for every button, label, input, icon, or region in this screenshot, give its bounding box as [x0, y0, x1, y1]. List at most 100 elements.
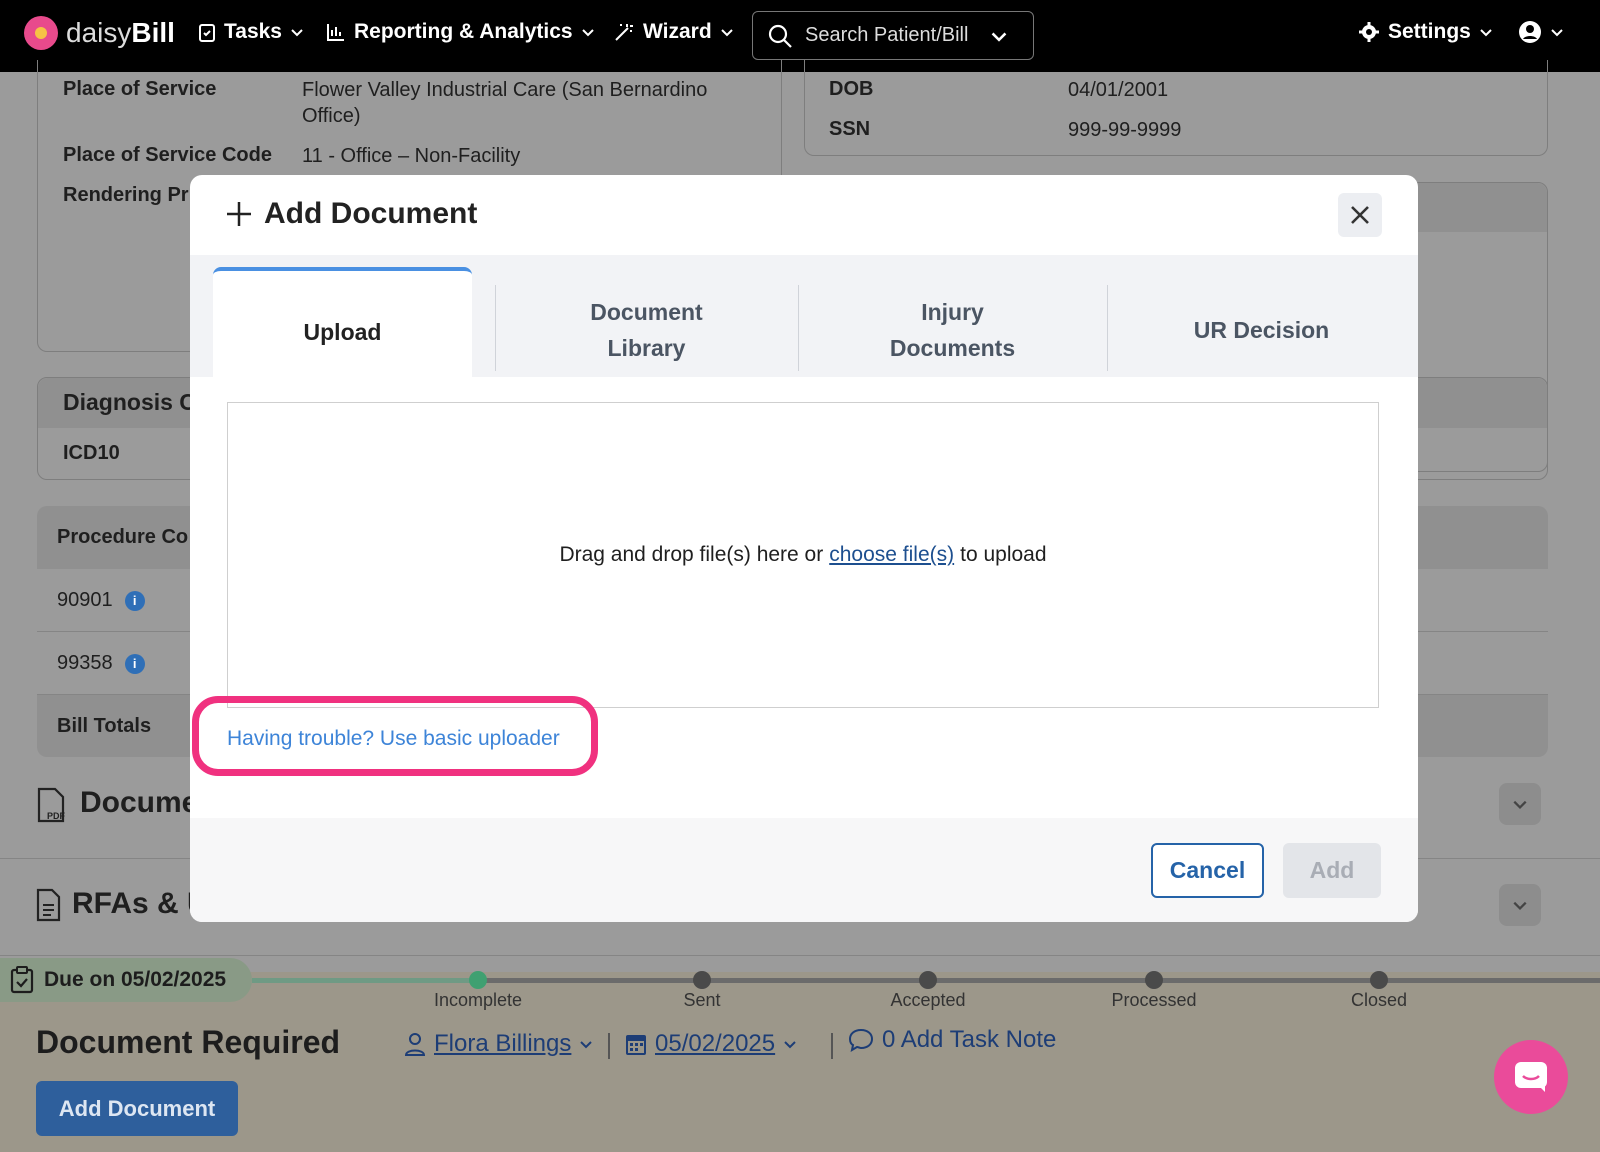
- nav-tasks-label: Tasks: [224, 20, 282, 43]
- calendar-icon: [626, 1035, 646, 1055]
- due-date-badge: Due on 05/02/2025: [0, 958, 252, 1002]
- tab-document-library[interactable]: Document Library: [496, 267, 797, 377]
- assignee-dropdown[interactable]: Flora Billings: [404, 1030, 593, 1058]
- pdf-file-icon: PDF: [37, 787, 66, 823]
- due-date-value: 05/02/2025: [655, 1030, 776, 1057]
- tab-ur-decision[interactable]: UR Decision: [1108, 267, 1415, 377]
- dob-label: DOB: [829, 78, 874, 100]
- ssn-value: 999-99-9999: [1068, 119, 1182, 141]
- icd10-label: ICD10: [63, 442, 120, 464]
- chevron-down-icon: [580, 1041, 593, 1049]
- nav-settings-label: Settings: [1388, 20, 1471, 43]
- step-label-accepted: Accepted: [890, 990, 966, 1010]
- step-label-processed: Processed: [1111, 990, 1197, 1010]
- step-dot-sent: [693, 971, 711, 989]
- chat-icon: [1515, 1062, 1547, 1092]
- rfas-section-title: RFAs & U: [72, 887, 209, 920]
- dropzone-text-suffix: to upload: [960, 543, 1047, 566]
- chevron-down-icon: [581, 29, 594, 37]
- nav-reporting-label: Reporting & Analytics: [354, 20, 573, 43]
- document-icon: [36, 888, 61, 922]
- task-note-label: 0 Add Task Note: [882, 1026, 1057, 1053]
- chat-support-button[interactable]: [1494, 1040, 1568, 1114]
- ssn-label: SSN: [829, 118, 871, 140]
- brand-logo-link[interactable]: daisyBill: [24, 16, 175, 50]
- diagnosis-label: Diagnosis C: [63, 389, 196, 415]
- procedure-label: Procedure Co: [57, 526, 189, 548]
- user-icon: [404, 1033, 426, 1056]
- nav-tasks[interactable]: Tasks: [198, 20, 304, 44]
- step-dot-accepted: [919, 971, 937, 989]
- chevron-down-icon: [1551, 29, 1563, 37]
- modal-header: Add Document: [190, 175, 1418, 255]
- choose-files-link[interactable]: choose file(s): [829, 543, 954, 567]
- progress-complete: [252, 978, 478, 983]
- svg-text:PDF: PDF: [47, 811, 66, 821]
- procedure-row-1: 90901 i: [57, 587, 145, 613]
- nav-wizard-label: Wizard: [643, 20, 712, 43]
- procedure-code: 99358: [57, 652, 113, 674]
- modal-title: Add Document: [226, 197, 477, 231]
- nav-settings[interactable]: Settings: [1358, 20, 1493, 44]
- search-patient-bill[interactable]: Search Patient/Bill: [752, 11, 1034, 60]
- document-tabs: Upload Document Library Injury Documents…: [190, 255, 1418, 377]
- step-dot-processed: [1145, 971, 1163, 989]
- step-label-incomplete: Incomplete: [433, 990, 523, 1010]
- chevron-down-icon: [720, 29, 733, 37]
- basic-uploader-link[interactable]: Having trouble? Use basic uploader: [227, 727, 560, 751]
- procedure-row-2: 99358 i: [57, 650, 145, 676]
- step-label-closed: Closed: [1350, 990, 1408, 1010]
- magic-wand-icon: [615, 24, 633, 41]
- close-icon: [1351, 206, 1369, 224]
- pos-code-label: Place of Service Code: [63, 144, 272, 166]
- chevron-down-icon: [1513, 800, 1527, 810]
- rendering-provider-label: Rendering Pr: [63, 184, 189, 206]
- step-dot-closed: [1370, 971, 1388, 989]
- nav-wizard[interactable]: Wizard: [613, 20, 734, 44]
- chart-icon: [327, 24, 344, 41]
- section-divider: [0, 955, 1600, 956]
- task-title: Document Required: [36, 1024, 341, 1060]
- documents-collapse-button[interactable]: [1499, 783, 1541, 825]
- tab-injury-documents[interactable]: Injury Documents: [799, 267, 1106, 377]
- step-label-sent: Sent: [683, 990, 721, 1010]
- dropzone-text: Drag and drop file(s) here or: [559, 543, 824, 566]
- close-button[interactable]: [1338, 193, 1382, 237]
- file-dropzone[interactable]: Drag and drop file(s) here or choose fil…: [227, 402, 1379, 708]
- procedure-code: 90901: [57, 589, 113, 611]
- bill-totals-label: Bill Totals: [57, 715, 152, 737]
- chevron-down-icon: [291, 29, 303, 37]
- chevron-down-icon: [1513, 901, 1527, 911]
- tab-upload[interactable]: Upload: [213, 267, 472, 377]
- info-icon[interactable]: i: [124, 590, 145, 611]
- assignee-name: Flora Billings: [434, 1030, 572, 1057]
- tab-document-library-label: Document Library: [590, 299, 703, 361]
- place-of-service-label: Place of Service: [63, 78, 217, 100]
- pos-code-value: 11 - Office – Non-Facility: [302, 145, 521, 167]
- rfas-collapse-button[interactable]: [1499, 884, 1541, 926]
- brand-name: daisyBill: [66, 17, 175, 48]
- add-button[interactable]: Add: [1283, 843, 1381, 898]
- info-icon[interactable]: i: [124, 653, 145, 674]
- add-document-button[interactable]: Add Document: [36, 1081, 238, 1136]
- add-task-note-link[interactable]: 0 Add Task Note: [848, 1026, 1056, 1054]
- chevron-down-icon: [992, 32, 1007, 42]
- chevron-down-icon: [1480, 29, 1492, 37]
- progress-remaining: [478, 978, 1600, 983]
- due-date-picker[interactable]: 05/02/2025: [625, 1030, 797, 1058]
- daisy-logo-icon: [24, 16, 58, 50]
- nav-reporting[interactable]: Reporting & Analytics: [326, 20, 595, 44]
- clipboard-check-icon: [10, 966, 34, 994]
- search-placeholder: Search Patient/Bill: [805, 24, 969, 46]
- dob-value: 04/01/2001: [1068, 79, 1169, 101]
- plus-icon: [227, 202, 251, 226]
- due-date-text: Due on 05/02/2025: [44, 968, 227, 991]
- user-menu[interactable]: [1518, 20, 1564, 44]
- add-document-modal: Add Document Upload Document Library Inj…: [190, 175, 1418, 922]
- modal-title-text: Add Document: [264, 197, 478, 230]
- comment-icon: [848, 1028, 874, 1052]
- tab-injury-documents-label: Injury Documents: [889, 299, 1016, 361]
- cancel-button[interactable]: Cancel: [1151, 843, 1264, 898]
- user-avatar-icon: [1519, 21, 1541, 43]
- step-dot-incomplete: [469, 971, 487, 989]
